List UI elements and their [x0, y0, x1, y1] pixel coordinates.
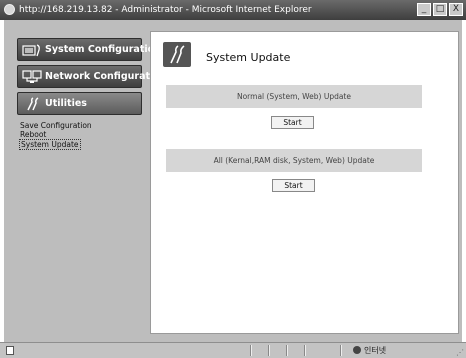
status-divider: [250, 345, 252, 356]
system-config-icon: [22, 43, 40, 56]
status-divider: [340, 345, 342, 356]
window-controls: _ □ X: [417, 3, 463, 16]
title-icon-chip: [163, 42, 191, 67]
status-divider: [304, 345, 306, 356]
window-titlebar: http://168.219.13.82 - Administrator - M…: [0, 0, 466, 20]
ie-logo-icon: [4, 4, 15, 15]
sidebar: System Configuration Network Configurati…: [4, 20, 167, 342]
nav-utilities[interactable]: Utilities: [17, 92, 142, 115]
network-config-icon: [22, 69, 42, 83]
start-normal-update-button[interactable]: Start: [271, 116, 314, 129]
tools-icon: [170, 45, 185, 64]
tools-icon: [27, 96, 39, 110]
close-button[interactable]: X: [449, 3, 463, 16]
status-bar: 인터넷 ⋰: [0, 342, 466, 358]
nav-label: Network Configuration: [45, 71, 167, 82]
window-title: http://168.219.13.82 - Administrator - M…: [19, 5, 312, 15]
security-zone: 인터넷: [353, 345, 386, 356]
page-frame: System Configuration Network Configurati…: [4, 20, 462, 342]
status-divider: [286, 345, 288, 356]
globe-icon: [353, 346, 361, 354]
link-save-configuration[interactable]: Save Configuration: [19, 121, 93, 130]
link-system-update[interactable]: System Update: [19, 139, 81, 150]
option-normal-update-label: Normal (System, Web) Update: [166, 85, 422, 108]
main-panel: System Update Normal (System, Web) Updat…: [150, 31, 459, 334]
utilities-links: Save Configuration Reboot System Update: [19, 121, 93, 150]
link-reboot[interactable]: Reboot: [19, 130, 93, 139]
minimize-button[interactable]: _: [417, 3, 431, 16]
nav-label: System Configuration: [45, 44, 161, 55]
option-all-update-label: All (Kernal,RAM disk, System, Web) Updat…: [166, 149, 422, 172]
resize-grip-icon[interactable]: ⋰: [456, 348, 464, 357]
page-title: System Update: [206, 51, 291, 64]
start-all-update-button[interactable]: Start: [272, 179, 315, 192]
nav-system-configuration[interactable]: System Configuration: [17, 38, 161, 61]
page-icon: [6, 346, 14, 355]
status-divider: [268, 345, 270, 356]
maximize-button[interactable]: □: [433, 3, 447, 16]
nav-network-configuration[interactable]: Network Configuration: [17, 65, 167, 88]
zone-label: 인터넷: [364, 346, 387, 355]
nav-label: Utilities: [45, 98, 87, 109]
